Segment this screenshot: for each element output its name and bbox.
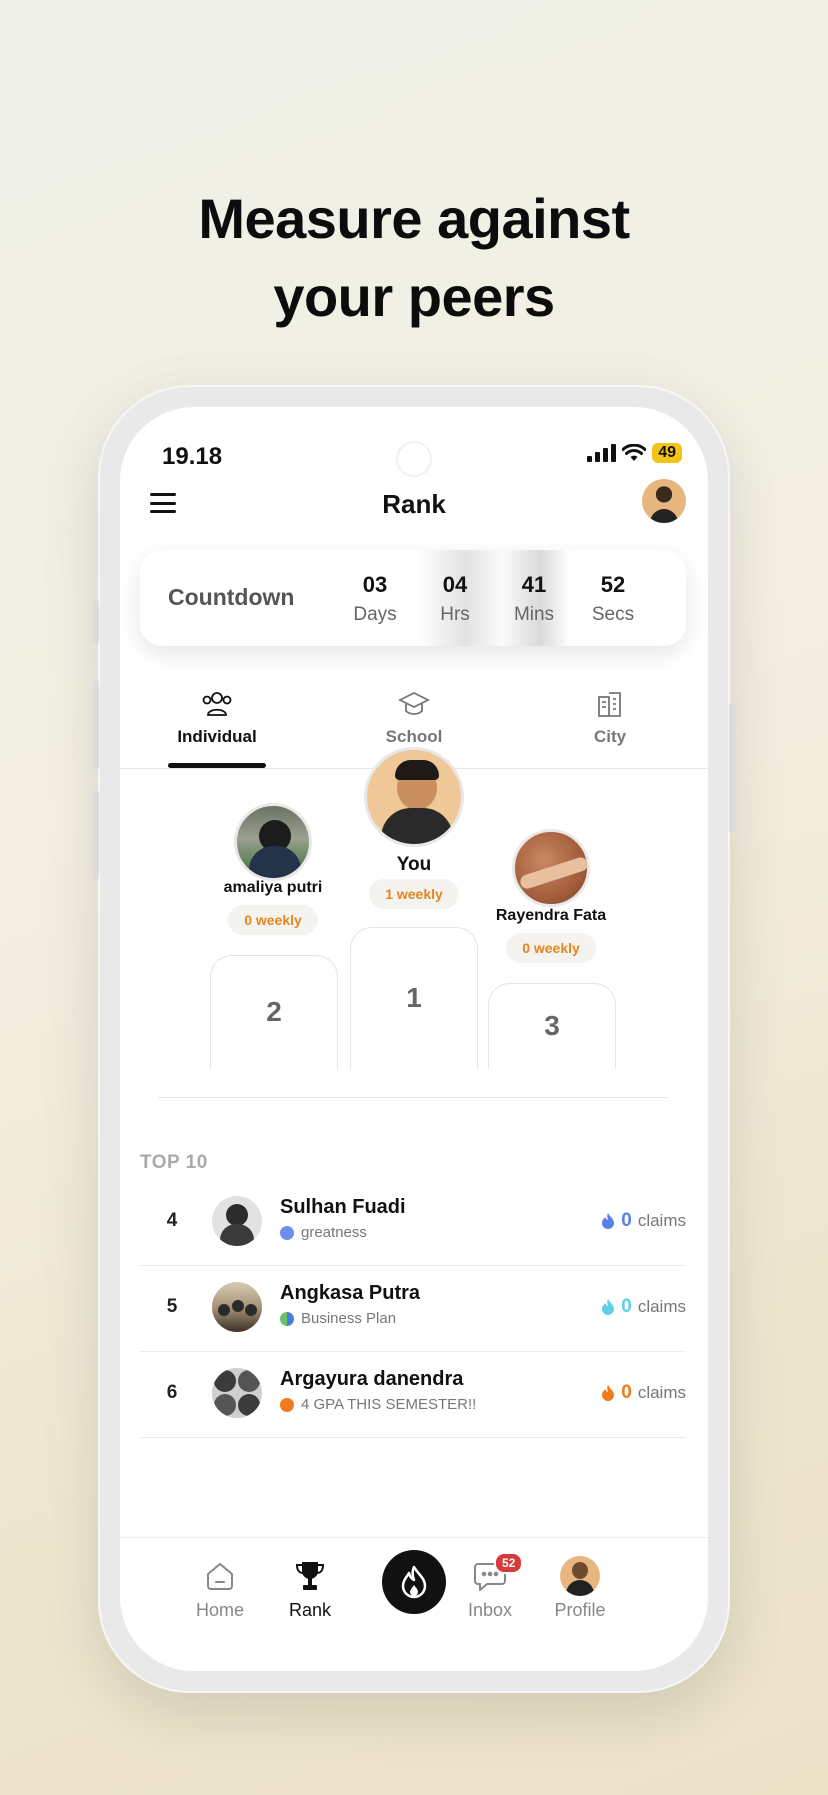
battery-indicator: 49: [652, 443, 682, 463]
leaderboard-row[interactable]: 4 Sulhan Fuadi greatness 0 claims: [140, 1180, 686, 1266]
podium-first-name: You: [396, 854, 432, 875]
volume-down-button: [93, 790, 99, 880]
podium-second-block: 2: [210, 955, 338, 1069]
flame-action-button[interactable]: [382, 1550, 446, 1614]
countdown-minutes: 41 Mins: [513, 572, 555, 625]
row-name: Sulhan Fuadi: [280, 1196, 406, 1218]
section-divider: [158, 1097, 668, 1098]
header-avatar[interactable]: [642, 479, 686, 523]
podium-second-badge: 0 weekly: [228, 905, 318, 935]
nav-inbox[interactable]: 52 Inbox: [450, 1552, 530, 1621]
row-claims: 0 claims: [601, 1382, 686, 1404]
countdown-days: 03 Days: [353, 572, 397, 625]
tab-school[interactable]: School: [344, 687, 484, 747]
podium-first-block: 1: [350, 927, 478, 1069]
podium-first-avatar[interactable]: [364, 747, 464, 847]
nav-profile[interactable]: Profile: [540, 1556, 620, 1621]
row-subtitle: greatness: [280, 1224, 367, 1241]
status-time: 19.18: [162, 443, 223, 470]
leaderboard-row[interactable]: 5 Angkasa Putra Business Plan 0 claims: [140, 1266, 686, 1352]
flame-icon: [602, 1299, 615, 1315]
countdown-card: Countdown 03 Days 04 Hrs 41 Mins 52 Secs: [140, 550, 686, 646]
row-subtitle: Business Plan: [280, 1310, 396, 1327]
headline-line-2: your peers: [273, 265, 555, 328]
row-avatar: [212, 1282, 262, 1332]
signal-icon: [587, 444, 617, 462]
nav-inbox-label: Inbox: [467, 1600, 513, 1620]
tab-active-indicator: [168, 763, 266, 768]
row-claims: 0 claims: [601, 1210, 686, 1232]
buildings-icon: [598, 692, 621, 717]
phone-frame: 19.18 49 Rank Countdown 03 Days 04 Hrs 4…: [93, 385, 735, 1693]
podium-third-place: 3: [544, 1010, 560, 1041]
tab-individual[interactable]: Individual: [147, 687, 287, 747]
graduation-cap-icon: [397, 691, 431, 715]
podium-second-name: amaliya putri: [223, 879, 323, 896]
podium-first-place: 1: [406, 982, 422, 1013]
podium-second-place: 2: [266, 996, 282, 1027]
nav-rank[interactable]: Rank: [270, 1556, 350, 1621]
trophy-icon: [295, 1562, 325, 1590]
mute-switch: [93, 600, 99, 644]
row-avatar: [212, 1196, 262, 1246]
power-button: [729, 703, 735, 833]
podium-second-avatar[interactable]: [234, 803, 312, 881]
nav-home-label: Home: [195, 1600, 244, 1620]
camera-notch: [396, 441, 432, 477]
tab-school-label: School: [385, 727, 443, 746]
page-title: Rank: [382, 489, 446, 519]
bottom-nav: Home Rank 52 Inbox Profile: [120, 1537, 708, 1671]
tab-city[interactable]: City: [540, 687, 680, 747]
flame-icon: [602, 1385, 615, 1401]
podium-first-badge: 1 weekly: [369, 879, 459, 909]
row-claims: 0 claims: [601, 1296, 686, 1318]
podium-third-avatar[interactable]: [512, 829, 590, 907]
home-icon: [207, 1563, 233, 1590]
headline: Measure against your peers: [0, 180, 828, 336]
top10-title: TOP 10: [140, 1152, 208, 1173]
row-rank: 4: [166, 1210, 178, 1231]
row-name: Angkasa Putra: [280, 1282, 421, 1304]
tab-individual-label: Individual: [177, 727, 257, 746]
inbox-unread-badge: 52: [494, 1552, 524, 1574]
people-icon: [202, 692, 232, 716]
flame-icon: [602, 1213, 615, 1229]
nav-home[interactable]: Home: [180, 1556, 260, 1621]
row-rank: 5: [166, 1296, 178, 1317]
star-icon: [280, 1397, 294, 1412]
profile-avatar: [560, 1556, 600, 1596]
countdown-hours: 04 Hrs: [440, 572, 470, 625]
podium-third-name: Rayendra Fata: [495, 907, 607, 924]
goal-icon: [280, 1225, 294, 1240]
podium-third-badge: 0 weekly: [506, 933, 596, 963]
globe-icon: [280, 1311, 294, 1326]
headline-line-1: Measure against: [198, 187, 630, 250]
flame-icon: [401, 1565, 427, 1599]
leaderboard-row[interactable]: 6 Argayura danendra 4 GPA THIS SEMESTER!…: [140, 1352, 686, 1438]
tab-city-label: City: [593, 727, 627, 746]
podium-third-block: 3: [488, 983, 616, 1069]
wifi-icon: [622, 444, 647, 461]
countdown-seconds: 52 Secs: [591, 572, 635, 625]
app-screen: 19.18 49 Rank Countdown 03 Days 04 Hrs 4…: [120, 407, 708, 1671]
nav-profile-label: Profile: [554, 1600, 606, 1620]
nav-rank-label: Rank: [288, 1600, 332, 1620]
row-avatar: [212, 1368, 262, 1418]
row-name: Argayura danendra: [280, 1368, 464, 1390]
status-icons: 49: [587, 443, 682, 463]
row-rank: 6: [166, 1382, 178, 1403]
volume-up-button: [93, 680, 99, 770]
row-subtitle: 4 GPA THIS SEMESTER!!: [280, 1396, 476, 1413]
countdown-label: Countdown: [168, 584, 295, 610]
